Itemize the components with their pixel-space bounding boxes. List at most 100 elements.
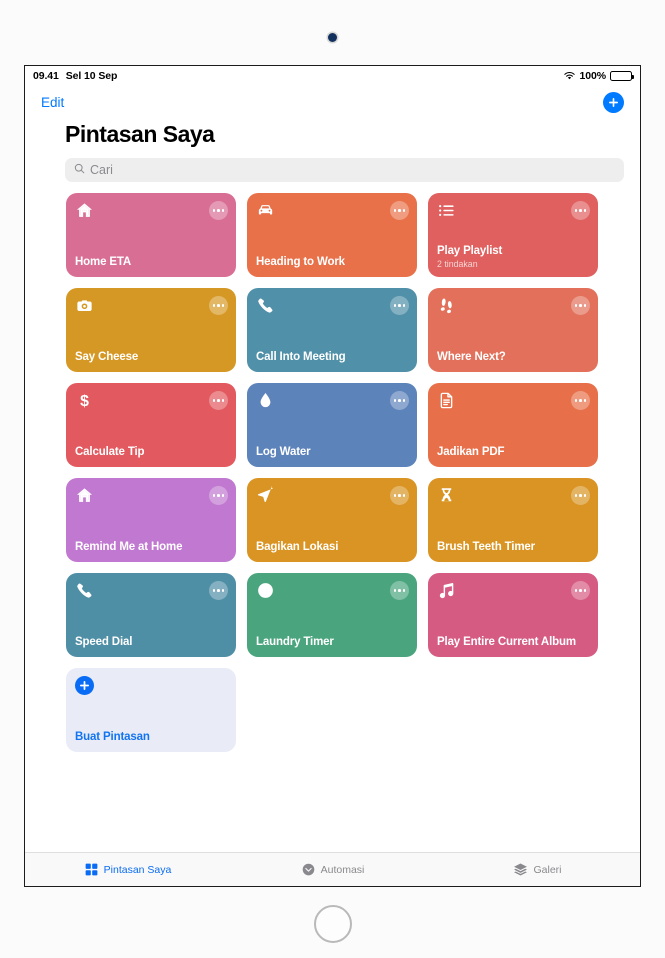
shortcut-card-text: Brush Teeth Timer	[437, 541, 589, 555]
shortcut-card-text: Speed Dial	[75, 636, 227, 650]
car-icon	[256, 201, 275, 220]
tab-layers[interactable]: Galeri	[435, 862, 640, 877]
status-date: Sel 10 Sep	[65, 69, 118, 82]
grid-icon	[84, 862, 99, 877]
shortcut-card[interactable]: Call Into Meeting	[247, 288, 417, 372]
shortcut-title: Speed Dial	[75, 636, 133, 649]
shortcut-card[interactable]: Remind Me at Home	[66, 478, 236, 562]
shortcut-card-text: Remind Me at Home	[75, 541, 227, 555]
droplet-icon	[256, 391, 275, 410]
shortcut-title: Jadikan PDF	[437, 446, 505, 459]
shortcut-title: Remind Me at Home	[75, 541, 183, 554]
shortcut-card-text: Say Cheese	[75, 351, 227, 365]
battery-percent: 100%	[579, 69, 607, 82]
shortcut-subtitle: 2 tindakan	[437, 259, 478, 270]
add-shortcut-button[interactable]	[603, 91, 624, 113]
ellipsis-icon[interactable]	[390, 486, 409, 505]
ellipsis-icon[interactable]	[390, 201, 409, 220]
screen: 09.41 Sel 10 Sep 100% Edit Pintasan Saya…	[24, 65, 641, 887]
nav-bar: Edit	[25, 85, 640, 119]
shortcut-card-text: Play Entire Current Album	[437, 636, 589, 650]
front-camera-icon	[328, 33, 337, 42]
edit-button[interactable]: Edit	[41, 95, 64, 110]
shortcut-card[interactable]: Laundry Timer	[247, 573, 417, 657]
shortcut-card[interactable]: $ Calculate Tip	[66, 383, 236, 467]
shortcut-card[interactable]: Heading to Work	[247, 193, 417, 277]
ellipsis-icon[interactable]	[571, 391, 590, 410]
automation-icon	[301, 862, 316, 877]
list-icon	[437, 201, 456, 220]
shortcut-card-text: Heading to Work	[256, 256, 408, 270]
ellipsis-icon[interactable]	[209, 486, 228, 505]
ellipsis-icon[interactable]	[390, 581, 409, 600]
create-shortcut-title: Buat Pintasan	[75, 731, 150, 744]
home-icon	[75, 201, 94, 220]
home-button[interactable]	[313, 905, 352, 943]
shortcuts-grid: Home ETA Heading to Work Play Playlist 2 ti…	[25, 182, 640, 752]
shortcut-card-text: Log Water	[256, 446, 408, 460]
ellipsis-icon[interactable]	[209, 296, 228, 315]
shortcut-card[interactable]: Say Cheese	[66, 288, 236, 372]
shortcut-card[interactable]: Play Entire Current Album	[428, 573, 598, 657]
hourglass-icon	[437, 486, 456, 505]
shortcut-card-text: Home ETA	[75, 256, 227, 270]
search-wrap: Cari	[25, 148, 640, 182]
create-shortcut-card[interactable]: Buat Pintasan	[66, 668, 236, 752]
status-bar-left: 09.41 Sel 10 Sep	[33, 70, 117, 82]
status-time: 09.41	[33, 69, 59, 82]
shortcut-card[interactable]: Play Playlist 2 tindakan	[428, 193, 598, 277]
tab-automation[interactable]: Automasi	[230, 862, 435, 877]
create-shortcut-text: Buat Pintasan	[75, 731, 227, 745]
dollar-icon: $	[75, 391, 94, 410]
page-title-wrap: Pintasan Saya	[25, 119, 640, 148]
search-input[interactable]: Cari	[65, 158, 624, 182]
ipad-device: 09.41 Sel 10 Sep 100% Edit Pintasan Saya…	[0, 0, 665, 958]
shortcut-card[interactable]: Home ETA	[66, 193, 236, 277]
shortcut-title: Log Water	[256, 446, 311, 459]
shortcut-title: Say Cheese	[75, 351, 139, 364]
wifi-icon	[563, 71, 576, 81]
ellipsis-icon[interactable]	[571, 296, 590, 315]
shortcut-card-text: Jadikan PDF	[437, 446, 589, 460]
footsteps-icon	[437, 296, 456, 315]
ellipsis-icon[interactable]	[571, 486, 590, 505]
camera-icon	[75, 296, 94, 315]
music-icon	[437, 581, 456, 600]
ellipsis-icon[interactable]	[390, 296, 409, 315]
home-icon	[75, 486, 94, 505]
shortcut-card[interactable]: Bagikan Lokasi	[247, 478, 417, 562]
ellipsis-icon[interactable]	[209, 581, 228, 600]
shortcut-card-text: Play Playlist 2 tindakan	[437, 245, 589, 270]
shortcut-title: Laundry Timer	[256, 636, 334, 649]
shortcut-card[interactable]: Where Next?	[428, 288, 598, 372]
ellipsis-icon[interactable]	[209, 391, 228, 410]
svg-text:$: $	[80, 393, 89, 410]
shortcut-card-text: Bagikan Lokasi	[256, 541, 408, 555]
shortcut-title: Heading to Work	[256, 256, 345, 269]
tab-grid[interactable]: Pintasan Saya	[25, 862, 230, 877]
tab-label: Galeri	[533, 863, 562, 876]
shortcut-card-text: Call Into Meeting	[256, 351, 408, 365]
shortcut-card[interactable]: Jadikan PDF	[428, 383, 598, 467]
plus-icon	[75, 676, 94, 695]
search-icon	[74, 161, 85, 179]
shortcut-title: Call Into Meeting	[256, 351, 346, 364]
tab-label: Pintasan Saya	[103, 863, 172, 876]
ellipsis-icon[interactable]	[390, 391, 409, 410]
ellipsis-icon[interactable]	[571, 201, 590, 220]
plus-icon	[608, 97, 619, 108]
battery-icon	[610, 70, 634, 81]
clock-icon	[256, 581, 275, 600]
ellipsis-icon[interactable]	[571, 581, 590, 600]
page-title: Pintasan Saya	[65, 121, 215, 147]
shortcut-title: Play Entire Current Album	[437, 636, 576, 649]
phone-icon	[256, 296, 275, 315]
shortcut-title: Brush Teeth Timer	[437, 541, 535, 554]
tab-bar: Pintasan Saya Automasi Galeri	[25, 852, 640, 886]
tab-label: Automasi	[320, 863, 365, 876]
ellipsis-icon[interactable]	[209, 201, 228, 220]
shortcut-title: Bagikan Lokasi	[256, 541, 339, 554]
shortcut-card[interactable]: Speed Dial	[66, 573, 236, 657]
shortcut-card[interactable]: Brush Teeth Timer	[428, 478, 598, 562]
shortcut-card[interactable]: Log Water	[247, 383, 417, 467]
